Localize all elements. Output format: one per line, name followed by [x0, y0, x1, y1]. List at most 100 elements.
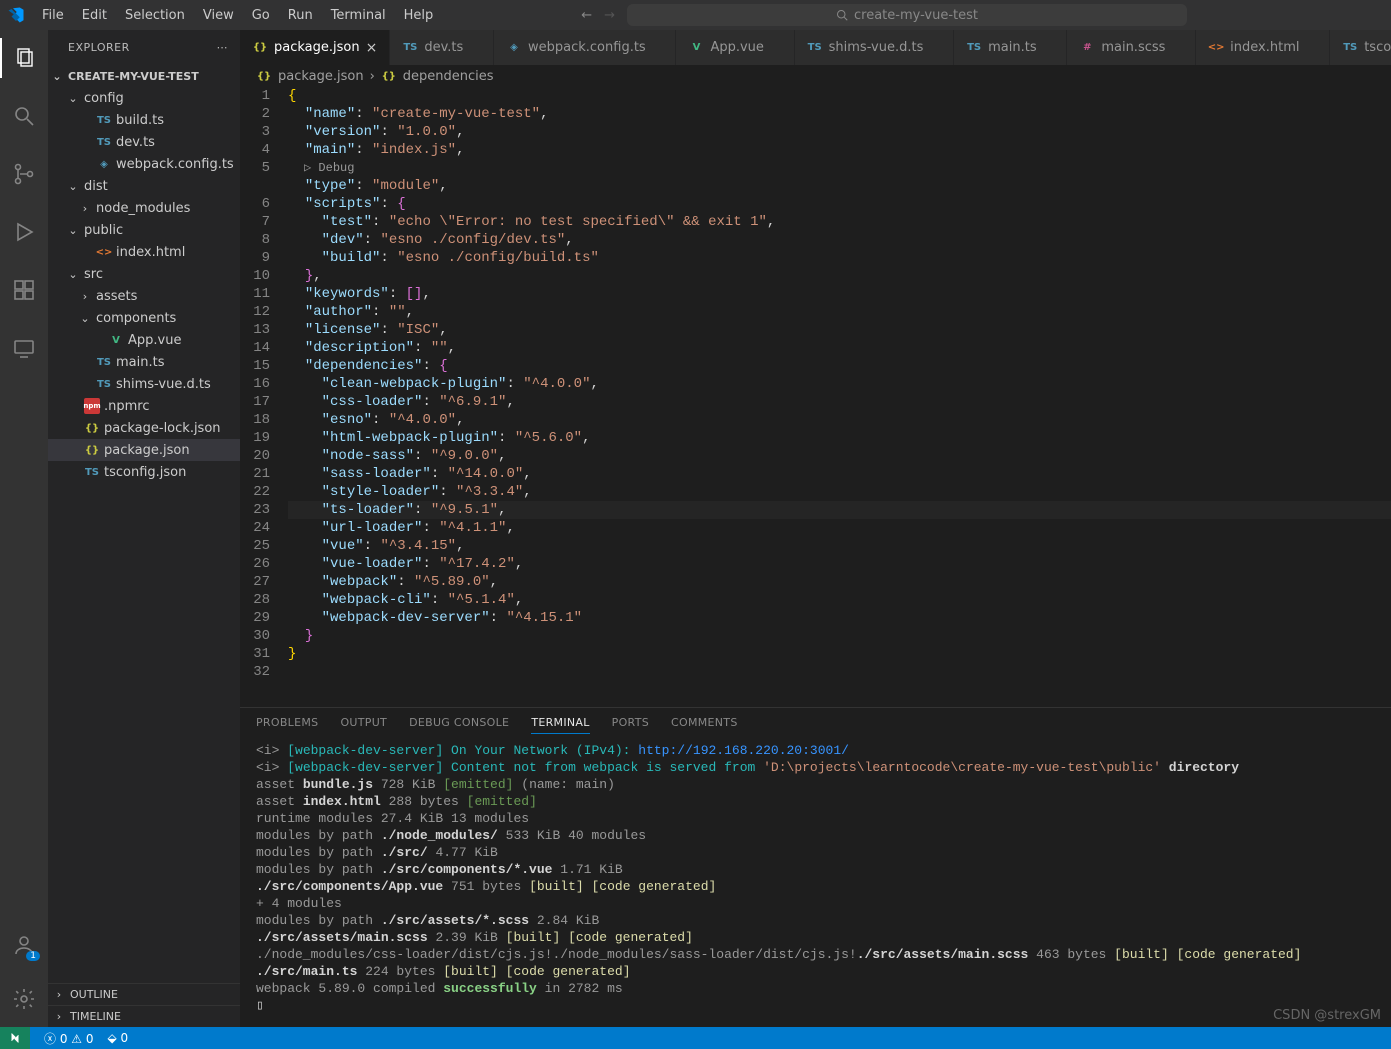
status-bar: ⓧ 0 ⚠ 0 ⬙ 0 [0, 1027, 1391, 1049]
typescript-icon: TS [96, 134, 112, 150]
json-icon: {} [84, 442, 100, 458]
status-ports[interactable]: ⬙ 0 [108, 1031, 129, 1045]
tree-item-webpack.config.ts[interactable]: ◈webpack.config.ts [48, 153, 240, 175]
sidebar-more-icon[interactable]: ⋯ [217, 41, 229, 54]
tab-index.html[interactable]: <>index.html× [1196, 30, 1330, 65]
tree-item-package.json[interactable]: {} package.json [48, 439, 240, 461]
activity-bar: 1 [0, 30, 48, 1027]
activity-extensions[interactable] [0, 270, 48, 310]
tab-label: webpack.config.ts [528, 40, 646, 55]
chevron-right-icon: › [52, 988, 66, 1001]
tab-webpack.config.ts[interactable]: ◈webpack.config.ts× [494, 30, 676, 65]
npm-icon: npm [84, 398, 100, 414]
tab-label: main.ts [988, 40, 1036, 55]
menu-run[interactable]: Run [280, 4, 321, 27]
menu-help[interactable]: Help [396, 4, 442, 27]
tree-item-package-lock.json[interactable]: {}package-lock.json [48, 417, 240, 439]
tree-item-build.ts[interactable]: TSbuild.ts [48, 109, 240, 131]
panel-tab-problems[interactable]: PROBLEMS [256, 716, 318, 734]
explorer-tree: ⌄ CREATE-MY-VUE-TEST ⌄configTSbuild.tsTS… [48, 65, 240, 983]
panel-tab-comments[interactable]: COMMENTS [671, 716, 738, 734]
json-icon: {} [252, 40, 268, 56]
account-badge: 1 [26, 951, 40, 961]
tree-label: shims-vue.d.ts [116, 377, 211, 392]
tree-item-dist[interactable]: ⌄dist [48, 175, 240, 197]
close-icon[interactable]: × [366, 40, 378, 56]
panel-tab-output[interactable]: OUTPUT [340, 716, 387, 734]
terminal-output[interactable]: <i> [webpack-dev-server] On Your Network… [240, 738, 1391, 1027]
activity-remote[interactable] [0, 328, 48, 368]
tab-App.vue[interactable]: VApp.vue× [676, 30, 794, 65]
timeline-section[interactable]: ›TIMELINE [48, 1005, 240, 1027]
panel-tab-ports[interactable]: PORTS [612, 716, 649, 734]
tree-item-config[interactable]: ⌄config [48, 87, 240, 109]
activity-settings[interactable] [0, 979, 48, 1019]
tree-item-assets[interactable]: › assets [48, 285, 240, 307]
activity-explorer[interactable] [0, 38, 48, 78]
nav-back-icon[interactable]: ← [581, 8, 592, 23]
panel-tab-terminal[interactable]: TERMINAL [531, 716, 589, 734]
vue-icon: V [108, 332, 124, 348]
tab-package.json[interactable]: {} package.json × [240, 30, 390, 65]
tree-label: assets [96, 289, 137, 304]
panel-tabs: PROBLEMS OUTPUT DEBUG CONSOLE TERMINAL PORTS… [240, 708, 1391, 738]
editor-tabs: {} package.json × TSdev.ts× ◈ webpack.config.… [240, 30, 1391, 65]
gutter: 12345 6789101112131415161718192021222324… [240, 87, 288, 707]
tree-item-App.vue[interactable]: VApp.vue [48, 329, 240, 351]
tree-item-public[interactable]: ⌄ public [48, 219, 240, 241]
status-errors[interactable]: ⓧ 0 ⚠ 0 [44, 1030, 94, 1047]
tree-label: package.json [104, 443, 190, 458]
menu-file[interactable]: File [34, 4, 72, 27]
activity-account[interactable]: 1 [0, 925, 48, 965]
scss-icon: # [1079, 40, 1095, 56]
json-icon: {} [381, 68, 397, 84]
activity-run-debug[interactable] [0, 212, 48, 252]
tree-item-dev.ts[interactable]: TSdev.ts [48, 131, 240, 153]
tree-label: public [84, 223, 123, 238]
menu-terminal[interactable]: Terminal [323, 4, 394, 27]
panel-tab-debug-console[interactable]: DEBUG CONSOLE [409, 716, 509, 734]
chevron-right-icon: › [78, 290, 92, 303]
codelens-debug[interactable]: ▷ Debug [288, 159, 1391, 177]
breadcrumb[interactable]: {}package.json›{}dependencies [240, 65, 1391, 87]
tab-tsconfig.jso[interactable]: TStsconfig.jso× [1330, 30, 1391, 65]
menu-view[interactable]: View [195, 4, 242, 27]
tree-item-node_modules[interactable]: ›node_modules [48, 197, 240, 219]
tree-item-.npmrc[interactable]: npm.npmrc [48, 395, 240, 417]
tree-label: config [84, 91, 124, 106]
tree-label: dist [84, 179, 108, 194]
remote-indicator[interactable] [0, 1027, 30, 1049]
chevron-down-icon: ⌄ [66, 224, 80, 237]
tree-item-src[interactable]: ⌄src [48, 263, 240, 285]
code-editor[interactable]: 12345 6789101112131415161718192021222324… [240, 87, 1391, 707]
tree-item-components[interactable]: ⌄components [48, 307, 240, 329]
tree-item-shims-vue.d.ts[interactable]: TSshims-vue.d.ts [48, 373, 240, 395]
command-center[interactable]: create-my-vue-test [627, 4, 1187, 26]
project-header[interactable]: ⌄ CREATE-MY-VUE-TEST [48, 65, 240, 87]
menu-selection[interactable]: Selection [117, 4, 193, 27]
tab-dev.ts[interactable]: TSdev.ts× [390, 30, 494, 65]
code-content[interactable]: { "name": "create-my-vue-test", "version… [288, 87, 1391, 707]
tab-label: package.json [274, 40, 360, 55]
menu-edit[interactable]: Edit [74, 4, 115, 27]
tab-main.ts[interactable]: TSmain.ts× [954, 30, 1067, 65]
tree-label: package-lock.json [104, 421, 221, 436]
search-text: create-my-vue-test [854, 8, 978, 23]
tree-label: webpack.config.ts [116, 157, 234, 172]
html-icon: <> [1208, 40, 1224, 56]
activity-search[interactable] [0, 96, 48, 136]
typescript-icon: TS [807, 40, 823, 56]
tab-main.scss[interactable]: #main.scss× [1067, 30, 1196, 65]
tab-shims-vue.d.ts[interactable]: TSshims-vue.d.ts× [795, 30, 954, 65]
webpack-icon: ◈ [506, 40, 522, 56]
outline-section[interactable]: ›OUTLINE [48, 983, 240, 1005]
tree-label: src [84, 267, 103, 282]
menu-go[interactable]: Go [244, 4, 278, 27]
title-bar: FileEditSelectionViewGoRunTerminalHelp ←… [0, 0, 1391, 30]
activity-source-control[interactable] [0, 154, 48, 194]
nav-forward-icon[interactable]: → [604, 8, 615, 23]
tree-item-tsconfig.json[interactable]: TStsconfig.json [48, 461, 240, 483]
json-icon: {} [256, 68, 272, 84]
tree-item-index.html[interactable]: <>index.html [48, 241, 240, 263]
tree-item-main.ts[interactable]: TSmain.ts [48, 351, 240, 373]
